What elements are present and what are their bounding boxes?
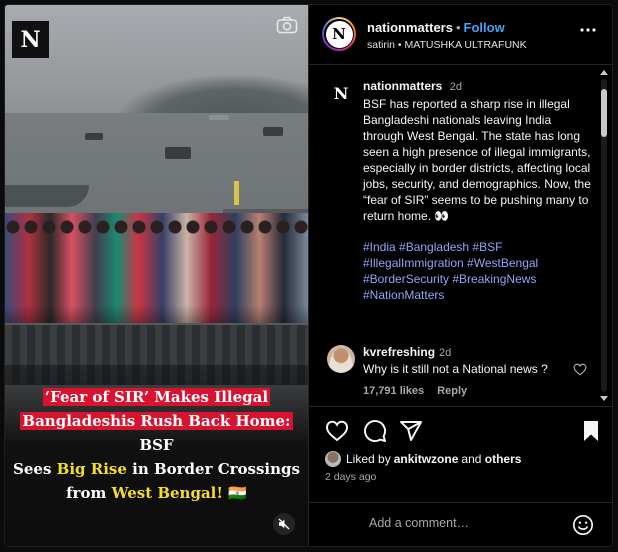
- post-details-panel: N nationmatters • Follow satirin • MATUSHK…: [308, 5, 612, 546]
- post-actions: Liked by ankitwzone and others 2 days ag…: [309, 406, 612, 503]
- liked-by: Liked by ankitwzone and others: [325, 451, 521, 467]
- headline-line3-highlight: Big Rise: [56, 460, 127, 478]
- media-boat: [165, 147, 191, 159]
- post-date[interactable]: 2 days ago: [325, 471, 376, 483]
- header-separator: •: [455, 20, 461, 35]
- mute-button[interactable]: [273, 513, 295, 535]
- header-title-row: nationmatters • Follow: [367, 20, 505, 35]
- comment-icon[interactable]: [363, 419, 387, 443]
- hashtag-line[interactable]: #IllegalImmigration #WestBengal: [363, 255, 593, 271]
- liked-by-avatar[interactable]: [325, 451, 341, 467]
- media-headline: ‘Fear of SIR’ Makes Illegal Bangladeshis…: [9, 385, 304, 505]
- add-comment-bar: Add a comment…: [309, 502, 612, 546]
- header-avatar-letter: N: [325, 20, 353, 48]
- comment-time: 2d: [439, 347, 452, 359]
- add-comment-input[interactable]: Add a comment…: [369, 516, 469, 530]
- headline-line1: ‘Fear of SIR’ Makes Illegal: [42, 388, 271, 406]
- comment-like-icon[interactable]: [573, 363, 587, 376]
- media-boat: [85, 133, 103, 140]
- headline-line4-a: from: [66, 484, 107, 502]
- scroll-up-arrow[interactable]: [600, 70, 608, 75]
- liked-by-and: and: [461, 452, 482, 466]
- media-person: [234, 181, 239, 205]
- comment-header: kvrefreshing 2d: [363, 345, 451, 359]
- comment-avatar[interactable]: [327, 345, 355, 373]
- share-icon[interactable]: [399, 419, 423, 443]
- more-options-icon[interactable]: [579, 27, 597, 33]
- comment-reply-button[interactable]: Reply: [437, 385, 467, 397]
- comment-text: Why is it still not a National news ?: [363, 362, 548, 376]
- media-logo: N: [12, 21, 49, 58]
- comments-scrollbar[interactable]: [599, 69, 609, 402]
- emoji-icon[interactable]: [572, 514, 594, 536]
- liked-by-others[interactable]: others: [485, 452, 522, 466]
- media-boat: [5, 185, 89, 207]
- media-boat: [209, 115, 229, 120]
- scroll-down-arrow[interactable]: [600, 396, 608, 401]
- post-header: N nationmatters • Follow satirin • MATUSHK…: [309, 5, 612, 65]
- heart-icon[interactable]: [325, 419, 349, 443]
- hashtag-line[interactable]: #India #Bangladesh #BSF: [363, 239, 593, 255]
- bookmark-icon[interactable]: [579, 419, 603, 443]
- comments-section[interactable]: N nationmatters 2d BSF has reported a sh…: [309, 65, 612, 405]
- hashtag-line[interactable]: #NationMatters: [363, 287, 593, 303]
- headline-line2-highlight: Bangladeshis Rush Back Home:: [20, 412, 293, 430]
- scrollbar-thumb[interactable]: [601, 89, 607, 137]
- headline-line2-rest: BSF: [139, 436, 174, 454]
- hashtag-line[interactable]: #BorderSecurity #BreakingNews: [363, 271, 593, 287]
- comment-meta: 17,791 likes Reply: [363, 385, 467, 397]
- header-audio-subtitle[interactable]: satirin • MATUSHKA ULTRAFUNK: [367, 39, 527, 51]
- headline-line3-a: Sees: [13, 460, 52, 478]
- follow-button[interactable]: Follow: [464, 20, 505, 35]
- media-boat: [263, 127, 283, 136]
- caption: nationmatters 2d BSF has reported a shar…: [363, 78, 593, 303]
- headline-line4-highlight: West Bengal!: [111, 484, 223, 502]
- liked-by-user[interactable]: ankitwzone: [394, 452, 459, 466]
- header-avatar-inner: N: [324, 19, 354, 49]
- header-avatar[interactable]: N: [322, 17, 356, 51]
- caption-hashtags: #India #Bangladesh #BSF #IllegalImmigrat…: [363, 239, 593, 303]
- header-username[interactable]: nationmatters: [367, 20, 453, 35]
- camera-icon: [276, 16, 298, 34]
- comment-likes[interactable]: 17,791 likes: [363, 385, 424, 397]
- caption-time: 2d: [449, 81, 462, 93]
- headline-line3-b: in Border Crossings: [132, 460, 300, 478]
- post-media[interactable]: N ‘Fear of SIR’ Makes Illegal Bangladesh…: [5, 5, 308, 546]
- speaker-muted-icon: [278, 518, 290, 530]
- caption-username[interactable]: nationmatters: [363, 79, 442, 93]
- caption-text: BSF has reported a sharp rise in illegal…: [363, 97, 591, 223]
- post-modal: N ‘Fear of SIR’ Makes Illegal Bangladesh…: [5, 5, 612, 546]
- flag-icon: 🇮🇳: [228, 484, 247, 502]
- caption-avatar[interactable]: N: [327, 79, 355, 107]
- comment-username[interactable]: kvrefreshing: [363, 345, 435, 359]
- liked-by-prefix: Liked by: [346, 452, 391, 466]
